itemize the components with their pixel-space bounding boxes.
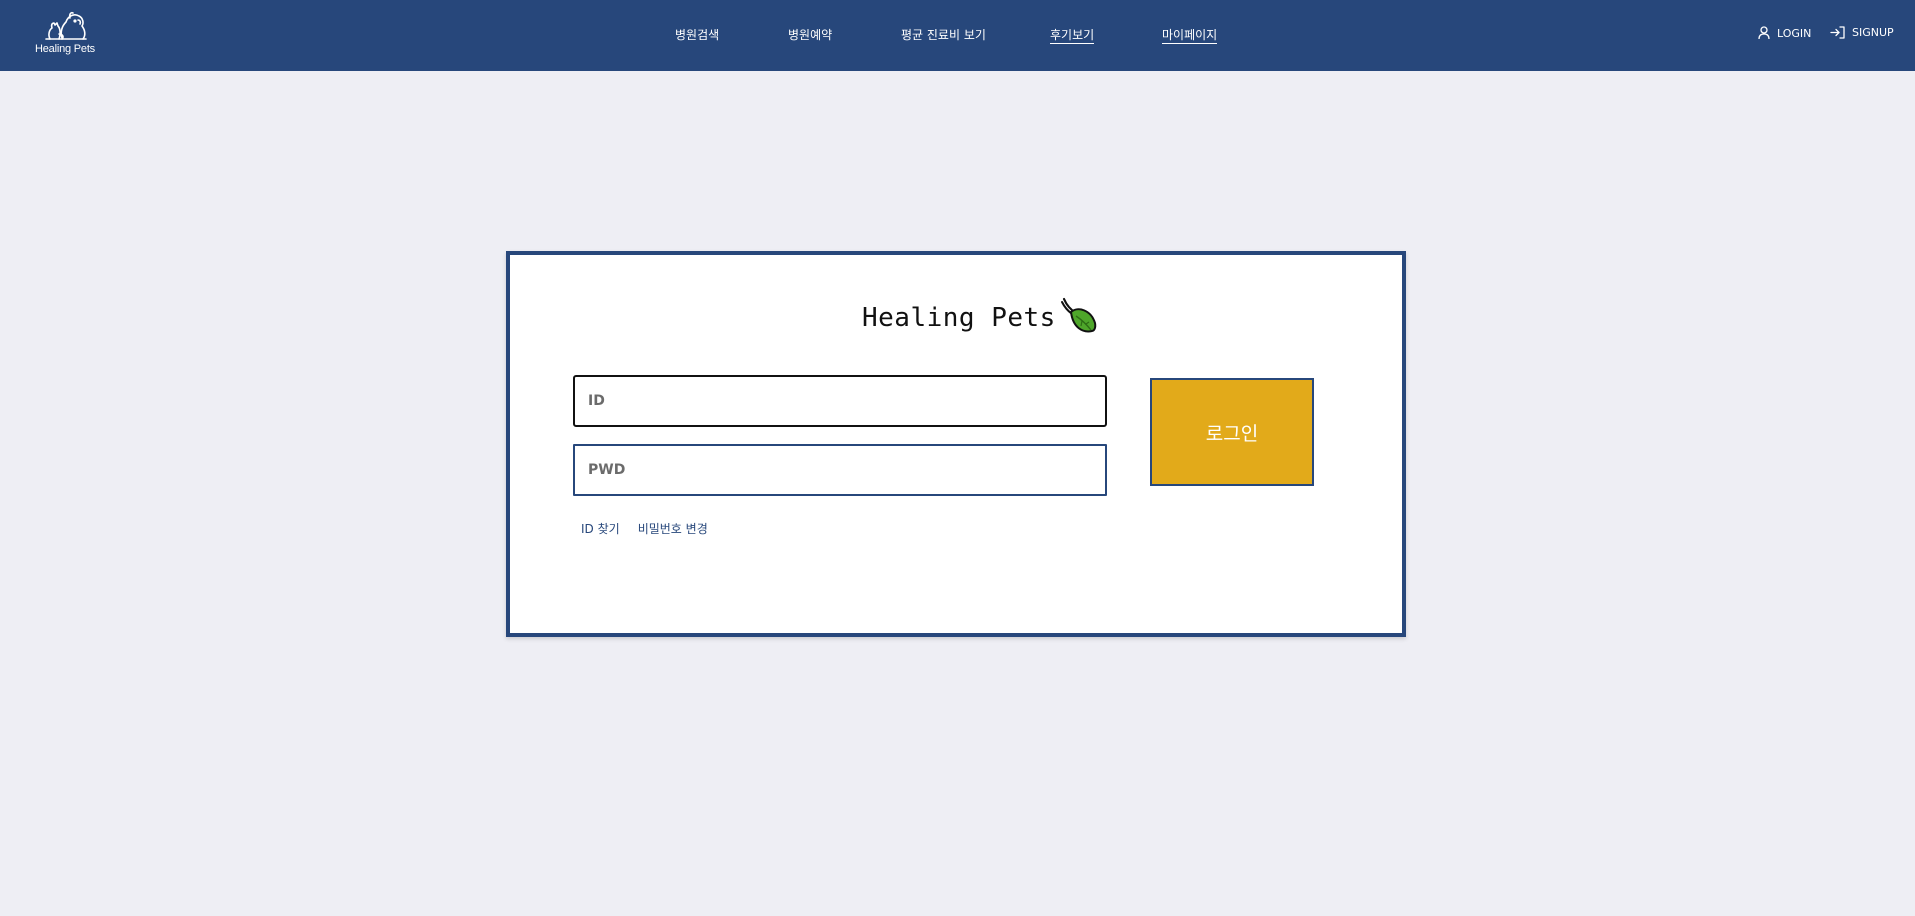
nav-item-mypage[interactable]: 마이페이지 [1162, 28, 1218, 44]
id-input[interactable] [573, 375, 1107, 427]
dog-cat-logo-icon [45, 11, 87, 40]
nav-item-average-cost[interactable]: 평균 진료비 보기 [901, 28, 986, 42]
login-card: Healing Pets 로그인 ID 찾기 비밀번호 변경 [506, 251, 1406, 637]
logo-text: Healing Pets [35, 43, 95, 55]
password-input[interactable] [573, 444, 1107, 496]
top-navigation-bar: Healing Pets 병원검색 병원예약 평균 진료비 보기 후기보기 마이… [0, 0, 1915, 71]
brand-title: Healing Pets [862, 303, 1056, 333]
find-id-link[interactable]: ID 찾기 [581, 520, 620, 537]
user-icon [1758, 26, 1770, 40]
login-link[interactable]: LOGIN [1758, 26, 1811, 40]
account-help-links: ID 찾기 비밀번호 변경 [581, 520, 708, 537]
nav-item-hospital-booking[interactable]: 병원예약 [788, 28, 832, 42]
signup-link[interactable]: SIGNUP [1830, 26, 1894, 39]
nav-item-hospital-search[interactable]: 병원검색 [675, 28, 719, 42]
login-button[interactable]: 로그인 [1150, 378, 1314, 486]
leaf-icon [1060, 297, 1097, 333]
nav-item-reviews[interactable]: 후기보기 [1050, 28, 1095, 44]
signup-label: SIGNUP [1852, 26, 1894, 39]
sign-in-arrow-icon [1830, 26, 1845, 39]
brand-heading: Healing Pets [862, 297, 1098, 339]
change-password-link[interactable]: 비밀번호 변경 [638, 520, 708, 537]
login-label: LOGIN [1777, 26, 1812, 40]
site-logo[interactable]: Healing Pets [30, 8, 100, 64]
